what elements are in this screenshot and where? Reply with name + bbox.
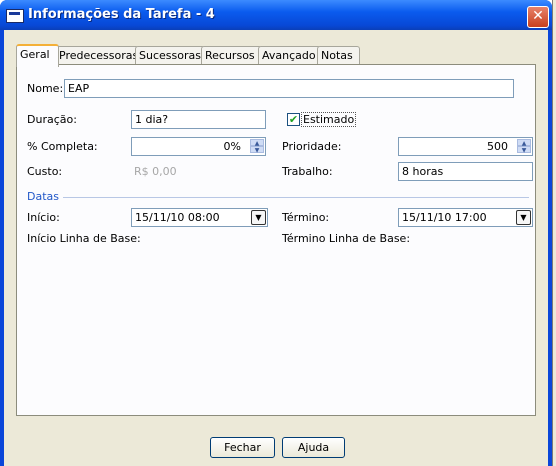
completa-spin-buttons[interactable]: ▲ ▼ (250, 139, 264, 154)
title-bar[interactable]: Informações da Tarefa - 4 ✕ (0, 0, 552, 30)
trabalho-label: Trabalho: (282, 165, 333, 178)
datas-divider (63, 197, 529, 198)
geral-panel: Nome: EAP Duração: 1 dia? ✔ Estimado % C… (16, 64, 536, 416)
dialog-window: Informações da Tarefa - 4 ✕ Geral Predec… (0, 0, 552, 466)
ajuda-button[interactable]: Ajuda (282, 437, 345, 458)
chevron-down-icon[interactable]: ▼ (516, 210, 531, 225)
estimado-checkbox[interactable]: ✔ (287, 113, 300, 126)
tab-sucessoras[interactable]: Sucessoras (135, 46, 205, 65)
spin-down-icon[interactable]: ▼ (250, 146, 264, 154)
duracao-label: Duração: (27, 113, 77, 126)
close-button[interactable]: ✕ (527, 6, 549, 28)
tab-notas[interactable]: Notas (317, 46, 360, 65)
inicio-value: 15/11/10 08:00 (135, 211, 220, 224)
datas-section-label: Datas (27, 190, 59, 203)
inicio-label: Início: (27, 211, 60, 224)
termino-linha-base-label: Término Linha de Base: (282, 232, 411, 245)
spin-up-icon[interactable]: ▲ (250, 139, 264, 147)
window-icon (6, 9, 24, 23)
termino-label: Término: (282, 211, 330, 224)
inicio-date-picker[interactable]: 15/11/10 08:00 ▼ (131, 208, 268, 227)
prioridade-value: 500 (487, 140, 508, 153)
completa-spinner[interactable]: 0% ▲ ▼ (131, 137, 266, 156)
window-title: Informações da Tarefa - 4 (28, 7, 215, 22)
tab-predecessoras[interactable]: Predecessoras (55, 46, 139, 65)
trabalho-input[interactable]: 8 horas (398, 162, 533, 181)
spin-up-icon[interactable]: ▲ (517, 139, 531, 147)
background-window-edge (552, 0, 556, 466)
prioridade-spinner[interactable]: 500 ▲ ▼ (398, 137, 533, 156)
fechar-button[interactable]: Fechar (210, 437, 275, 458)
tab-geral[interactable]: Geral (16, 44, 59, 67)
tab-recursos[interactable]: Recursos (201, 46, 262, 65)
prioridade-spin-buttons[interactable]: ▲ ▼ (517, 139, 531, 154)
duracao-input[interactable]: 1 dia? (131, 110, 266, 129)
dialog-body: Geral Predecessoras Sucessoras Recursos … (4, 30, 548, 466)
inicio-linha-base-label: Início Linha de Base: (27, 232, 141, 245)
termino-date-picker[interactable]: 15/11/10 17:00 ▼ (398, 208, 533, 227)
tab-avancado[interactable]: Avançado (258, 46, 321, 65)
custo-value: R$ 0,00 (134, 165, 177, 178)
chevron-down-icon[interactable]: ▼ (251, 210, 266, 225)
completa-value: 0% (223, 140, 241, 153)
estimado-label[interactable]: Estimado (301, 112, 357, 127)
custo-label: Custo: (27, 165, 63, 178)
termino-value: 15/11/10 17:00 (402, 211, 487, 224)
spin-down-icon[interactable]: ▼ (517, 146, 531, 154)
check-icon: ✔ (288, 113, 299, 126)
completa-label: % Completa: (27, 140, 98, 153)
nome-label: Nome: (27, 82, 64, 95)
prioridade-label: Prioridade: (282, 140, 342, 153)
nome-input[interactable]: EAP (64, 79, 514, 98)
